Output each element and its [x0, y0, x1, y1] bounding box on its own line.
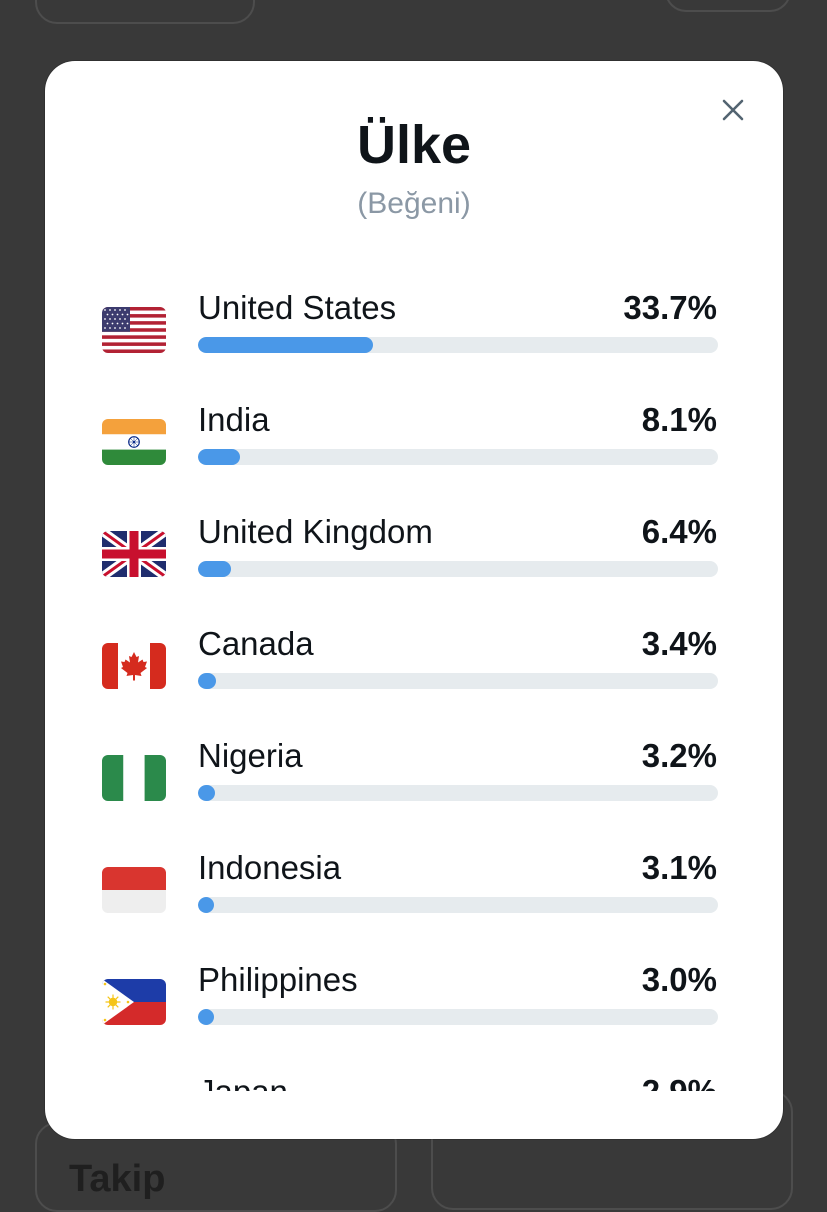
list-item: United States 33.7% [45, 283, 783, 395]
nigeria-flag-icon [102, 755, 166, 801]
country-name: United Kingdom [198, 513, 433, 551]
progress-track [198, 897, 718, 913]
list-item: Nigeria 3.2% [45, 731, 783, 843]
list-item: Philippines 3.0% [45, 955, 783, 1067]
philippines-flag-icon [102, 979, 166, 1025]
progress-fill [198, 337, 373, 353]
progress-fill [198, 561, 231, 577]
canada-flag-icon [102, 643, 166, 689]
background-button [665, 0, 791, 12]
background-button [35, 0, 255, 24]
country-name: India [198, 401, 270, 439]
country-name: Japan [198, 1073, 288, 1091]
list-item: India 8.1% [45, 395, 783, 507]
country-name: Indonesia [198, 849, 341, 887]
country-percent: 33.7% [623, 289, 717, 327]
us-flag-icon [102, 307, 166, 353]
indonesia-flag-icon [102, 867, 166, 913]
list-item: Japan 2.9% [45, 1067, 783, 1091]
progress-track [198, 449, 718, 465]
country-stats-modal: Ülke (Beğeni) [45, 61, 783, 1139]
progress-fill [198, 449, 240, 465]
modal-title: Ülke [45, 114, 783, 176]
progress-fill [198, 897, 214, 913]
country-percent: 3.4% [642, 625, 717, 663]
progress-fill [198, 1009, 214, 1025]
country-percent: 3.2% [642, 737, 717, 775]
country-percent: 3.0% [642, 961, 717, 999]
country-list[interactable]: United States 33.7% [45, 283, 783, 1091]
background-card-label: Takip [69, 1158, 165, 1201]
modal-subtitle: (Beğeni) [45, 187, 783, 221]
country-percent: 8.1% [642, 401, 717, 439]
country-name: Philippines [198, 961, 358, 999]
country-name: Nigeria [198, 737, 303, 775]
progress-track [198, 337, 718, 353]
list-item: Canada 3.4% [45, 619, 783, 731]
country-name: Canada [198, 625, 314, 663]
country-name: United States [198, 289, 396, 327]
list-item: Indonesia 3.1% [45, 843, 783, 955]
list-item: United Kingdom 6.4% [45, 507, 783, 619]
progress-fill [198, 785, 215, 801]
india-flag-icon [102, 419, 166, 465]
uk-flag-icon [102, 531, 166, 577]
progress-track [198, 785, 718, 801]
progress-track [198, 561, 718, 577]
progress-fill [198, 673, 216, 689]
country-percent: 2.9% [642, 1073, 717, 1091]
country-percent: 6.4% [642, 513, 717, 551]
country-percent: 3.1% [642, 849, 717, 887]
progress-track [198, 1009, 718, 1025]
progress-track [198, 673, 718, 689]
